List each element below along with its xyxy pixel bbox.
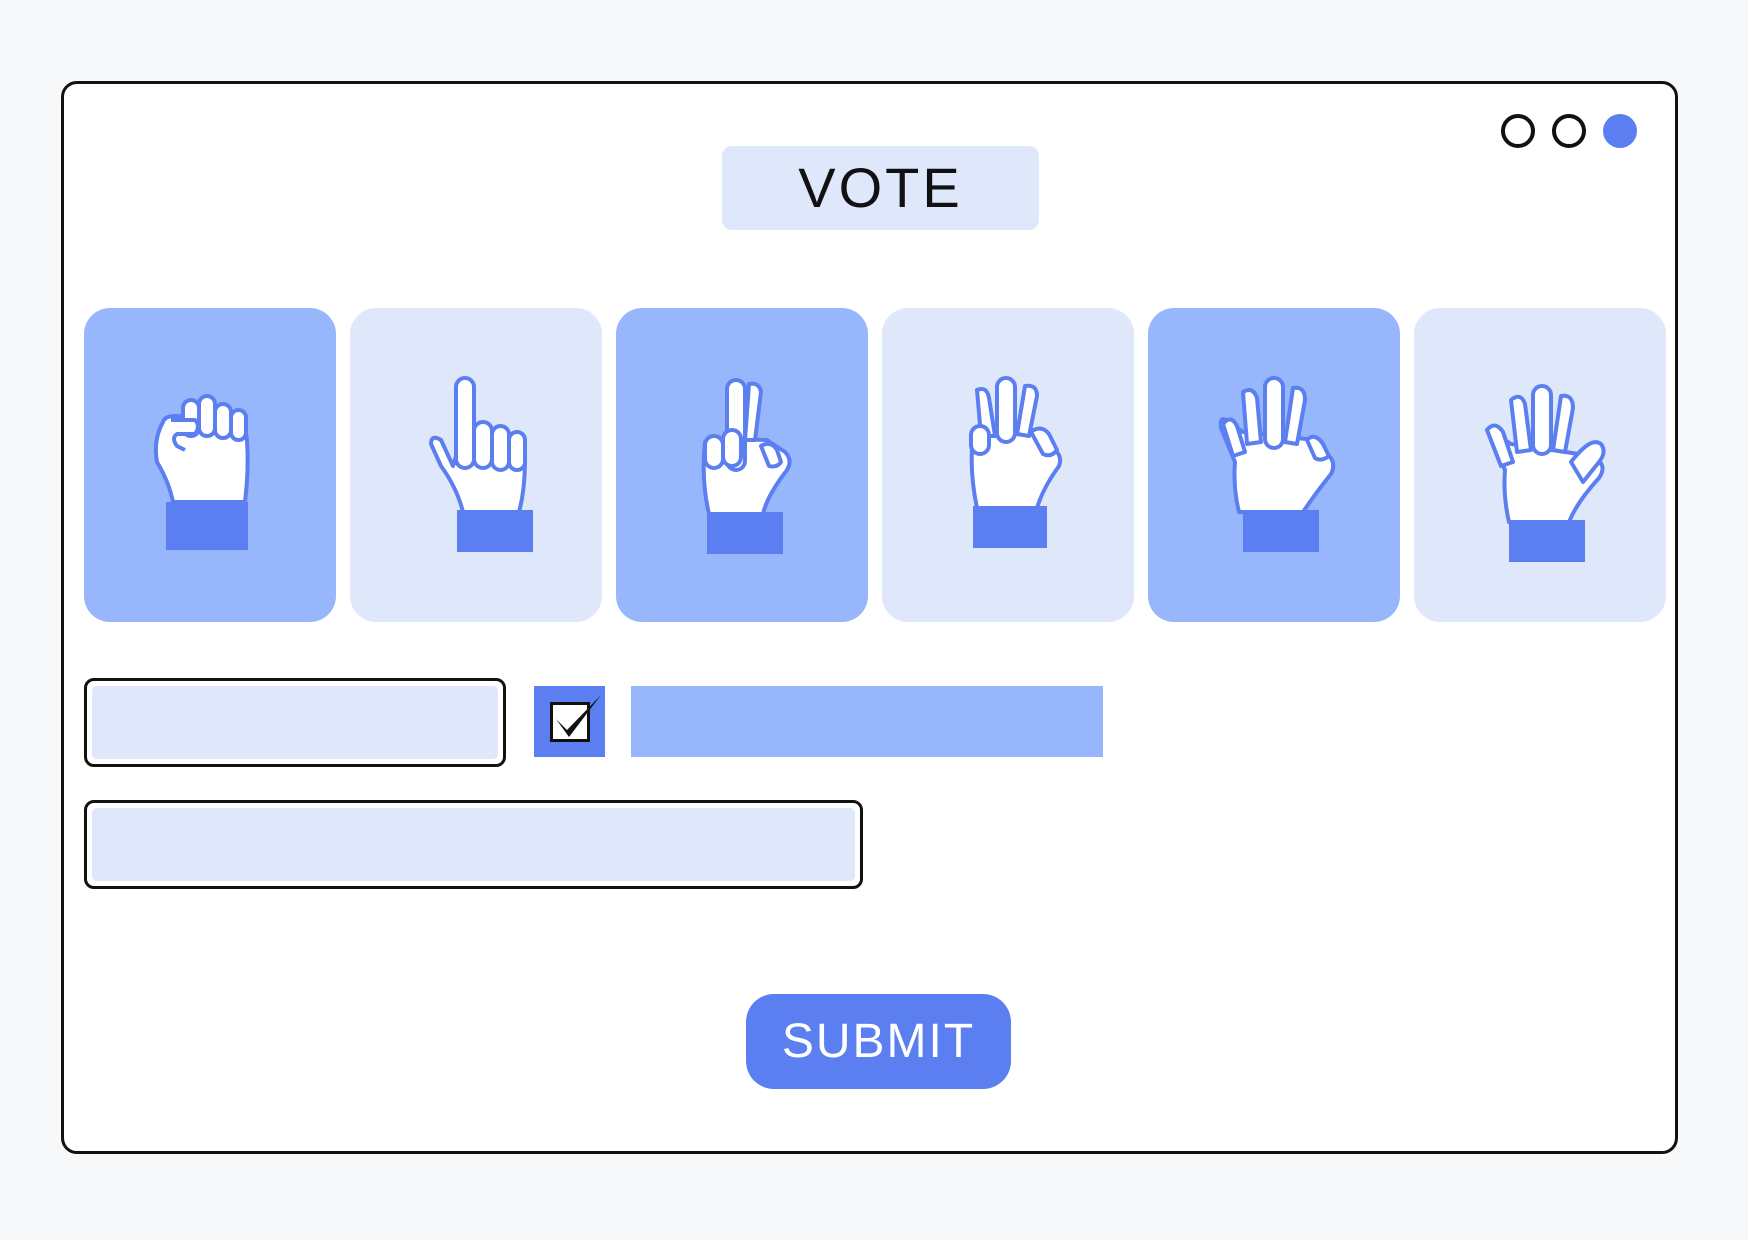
window-control-3[interactable] (1603, 114, 1637, 148)
vote-option-two[interactable] (616, 308, 868, 622)
window-control-2[interactable] (1552, 114, 1586, 148)
checkmark-icon (555, 694, 601, 737)
four-fingers-hand-icon (1218, 376, 1336, 552)
fist-icon (153, 394, 250, 550)
agree-checkbox[interactable] (534, 686, 605, 757)
two-fingers-hand-icon (701, 378, 792, 554)
one-finger-hand-icon (429, 376, 533, 552)
vote-option-fist[interactable] (84, 308, 336, 622)
vote-options (84, 308, 1666, 622)
comment-input[interactable] (84, 800, 863, 889)
five-fingers-hand-icon (1485, 384, 1606, 562)
page-title-box: VOTE (722, 146, 1039, 230)
page-title: VOTE (798, 156, 963, 219)
window-control-1[interactable] (1501, 114, 1535, 148)
app-window: VOTE SUBMIT (61, 81, 1678, 1154)
window-controls (1501, 114, 1637, 148)
three-fingers-hand-icon (969, 376, 1063, 548)
vote-option-four[interactable] (1148, 308, 1400, 622)
name-input-field[interactable] (92, 686, 498, 759)
vote-option-five[interactable] (1414, 308, 1666, 622)
comment-input-field[interactable] (92, 808, 855, 881)
vote-option-three[interactable] (882, 308, 1134, 622)
submit-button[interactable]: SUBMIT (746, 994, 1011, 1089)
vote-option-one[interactable] (350, 308, 602, 622)
checkbox-box[interactable] (549, 694, 601, 742)
name-input[interactable] (84, 678, 506, 767)
checkbox-label-placeholder (631, 686, 1103, 757)
